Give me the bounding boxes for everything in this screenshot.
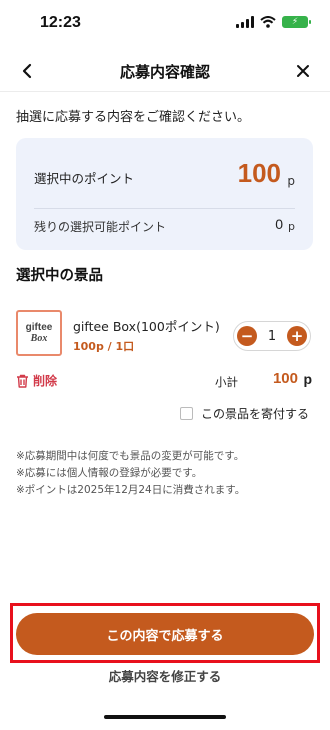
subtotal-unit: p <box>303 371 312 387</box>
points-card: 選択中のポイント 100 p 残りの選択可能ポイント 0 p <box>16 138 313 250</box>
remaining-points-value: 0 <box>275 216 283 232</box>
modify-link[interactable]: 応募内容を修正する <box>0 666 330 685</box>
note-item: ※応募期間中は何度でも景品の変更が可能です。 <box>16 450 245 462</box>
delete-button[interactable]: 削除 <box>16 372 57 389</box>
close-button[interactable] <box>290 58 316 84</box>
prize-price: 100p / 1口 <box>73 340 135 353</box>
signal-icon <box>236 16 254 28</box>
remaining-points-label: 残りの選択可能ポイント <box>34 220 167 234</box>
plus-icon: + <box>290 326 304 345</box>
trash-icon <box>17 374 28 388</box>
donate-label: この景品を寄付する <box>201 407 310 421</box>
notes: ※応募期間中は何度でも景品の変更が可能です。 ※応募には個人情報の登録が必要です… <box>16 448 316 499</box>
selected-points-label: 選択中のポイント <box>34 171 135 186</box>
home-indicator <box>104 715 226 719</box>
note-item: ※応募には個人情報の登録が必要です。 <box>16 467 203 479</box>
intro-text: 抽選に応募する内容をご確認ください。 <box>16 110 251 125</box>
status-icons: ⚡ <box>236 16 311 28</box>
close-icon <box>297 65 309 77</box>
status-time: 12:23 <box>40 14 81 31</box>
header: 応募内容確認 <box>0 50 330 92</box>
decrement-button[interactable]: − <box>237 326 257 346</box>
subtotal-value: 100 <box>272 370 298 387</box>
selected-points-value: 100 <box>237 158 281 188</box>
page-title: 応募内容確認 <box>119 63 210 81</box>
section-title: 選択中の景品 <box>16 268 103 284</box>
thumb-brand: giftee <box>25 322 53 333</box>
donate-checkbox[interactable] <box>180 407 193 420</box>
status-bar: 12:23 ⚡ <box>0 0 330 46</box>
thumb-product: Box <box>30 333 48 344</box>
divider <box>34 208 295 209</box>
quantity-stepper: − 1 + <box>233 321 311 351</box>
battery-icon: ⚡ <box>282 16 311 28</box>
submit-button[interactable]: この内容で応募する <box>16 613 314 655</box>
prize-thumbnail: giftee Box <box>16 310 62 356</box>
subtotal-label: 小計 <box>215 375 238 389</box>
selected-points-unit: p <box>287 174 295 188</box>
wifi-icon <box>260 16 276 28</box>
delete-label: 削除 <box>33 374 58 388</box>
prize-name: giftee Box(100ポイント) <box>73 319 220 334</box>
donate-option[interactable]: この景品を寄付する <box>180 405 309 422</box>
selected-points-row: 選択中のポイント 100 p <box>34 158 295 194</box>
remaining-points-unit: p <box>288 220 295 233</box>
note-item: ※ポイントは2025年12月24日に消費されます。 <box>16 484 246 496</box>
increment-button[interactable]: + <box>287 326 307 346</box>
quantity-value: 1 <box>267 328 277 344</box>
minus-icon: − <box>240 326 254 345</box>
